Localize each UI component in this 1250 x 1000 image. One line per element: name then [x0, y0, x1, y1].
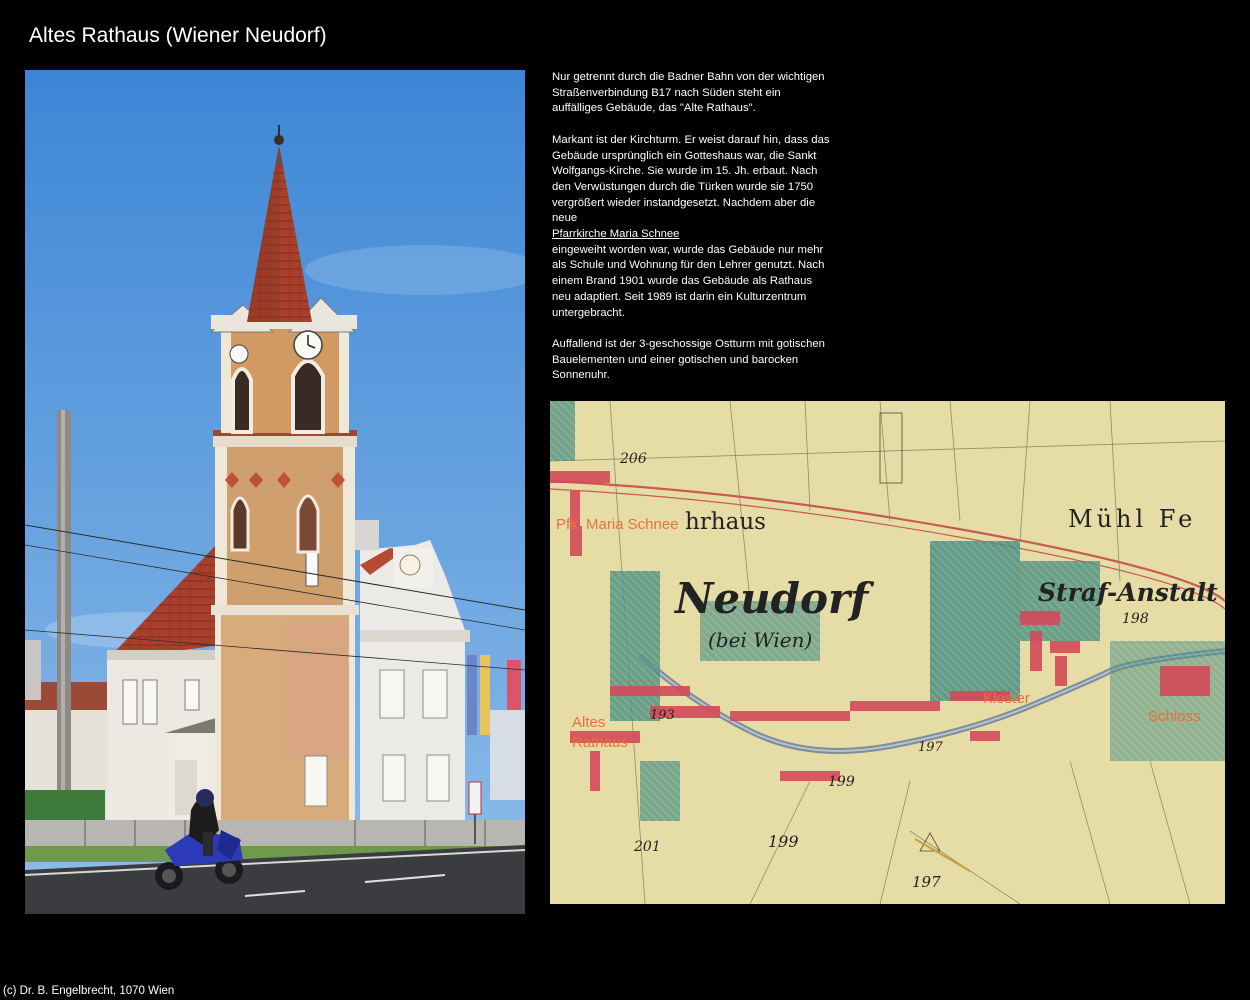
map-number-197: 197	[918, 740, 944, 755]
page-title: Altes Rathaus (Wiener Neudorf)	[29, 24, 327, 47]
town-hall-photo	[25, 70, 525, 914]
description-paragraph-history: Markant ist der Kirchturm. Er weist dara…	[552, 133, 832, 321]
copyright-footer: (c) Dr. B. Engelbrecht, 1070 Wien	[3, 985, 175, 997]
map-number-193: 193	[650, 708, 675, 723]
annotation-kloster: Kloster	[983, 690, 1030, 707]
annotation-altes-rathaus-line2: Rathaus	[572, 734, 628, 751]
pfarrkirche-maria-schnee-link[interactable]: Pfarrkirche Maria Schnee	[552, 228, 679, 240]
description-paragraph-tower: Auffallend ist der 3-geschossige Ostturm…	[552, 337, 825, 382]
map-number-199: 199	[828, 774, 855, 790]
annotation-schloss: Schloss	[1148, 708, 1201, 725]
map-number-199b: 199	[768, 832, 799, 851]
history-text-after: eingeweiht worden war, wurde das Gebäude…	[552, 243, 825, 319]
map-number-206: 206	[619, 451, 647, 467]
annotation-maria-schnee: Pfk. Maria Schnee	[556, 516, 679, 533]
annotation-altes-rathaus-line1: Altes	[572, 714, 605, 731]
history-text-before: Markant ist der Kirchturm. Er weist dara…	[552, 133, 830, 225]
description: Nur getrennt durch die Badner Bahn von d…	[552, 70, 832, 400]
map-number-198: 198	[1122, 611, 1149, 627]
map-label-anstalt: Straf-Anstalt	[1038, 578, 1218, 607]
map-number-201: 201	[633, 839, 661, 855]
map-number-197b: 197	[912, 873, 941, 891]
map-label-muehl: Mühl Fe	[1068, 505, 1196, 533]
map-label-brauhaus: hrhaus	[685, 509, 766, 535]
map-label-town-sub: (bei Wien)	[708, 628, 812, 652]
historic-map: Neudorf (bei Wien) Mühl Fe Straf-Anstalt…	[550, 401, 1225, 904]
map-label-town: Neudorf	[673, 574, 875, 623]
description-paragraph-intro: Nur getrennt durch die Badner Bahn von d…	[552, 71, 825, 115]
